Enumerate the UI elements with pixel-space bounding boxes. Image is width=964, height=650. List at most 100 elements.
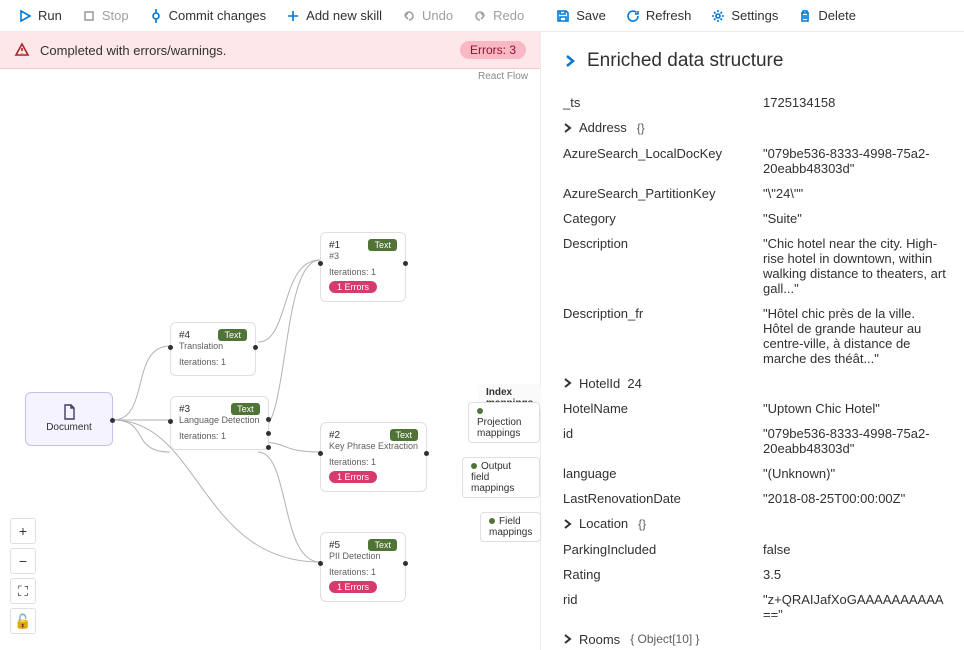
- data-row[interactable]: HotelId 24: [563, 371, 946, 397]
- data-row[interactable]: Location{}: [563, 511, 946, 537]
- key-cell: _ts: [563, 90, 763, 115]
- chevron-right-icon: [563, 519, 573, 529]
- undo-button[interactable]: Undo: [394, 6, 461, 25]
- value-cell: [763, 115, 946, 141]
- undo-label: Undo: [422, 8, 453, 23]
- chevron-right-icon: [563, 378, 573, 388]
- delete-label: Delete: [818, 8, 856, 23]
- lock-button[interactable]: 🔓: [10, 608, 36, 634]
- node-skill-5[interactable]: #5Text PII Detection Iterations: 1 1 Err…: [320, 532, 406, 602]
- chevron-right-icon: [563, 634, 573, 644]
- data-row: AzureSearch_PartitionKey"\"24\"": [563, 181, 946, 206]
- value-cell: "(Unknown)": [763, 461, 946, 486]
- add-label: Add new skill: [306, 8, 382, 23]
- data-row: language"(Unknown)": [563, 461, 946, 486]
- data-row: Description_fr"Hôtel chic près de la vil…: [563, 301, 946, 371]
- data-row: AzureSearch_LocalDocKey"079be536-8333-49…: [563, 141, 946, 181]
- detail-pane: Enriched data structure _ts1725134158 Ad…: [540, 32, 964, 650]
- node-document-label: Document: [46, 422, 92, 433]
- play-icon: [18, 9, 32, 23]
- output-field-mappings[interactable]: Output field mappings: [462, 457, 540, 498]
- error-badge[interactable]: 1 Errors: [329, 581, 377, 593]
- data-row[interactable]: Address{}: [563, 115, 946, 141]
- node-skill-1[interactable]: #1Text #3 Iterations: 1 1 Errors: [320, 232, 406, 302]
- refresh-button[interactable]: Refresh: [618, 6, 700, 25]
- data-row[interactable]: Rooms{ Object[10] }: [563, 627, 946, 650]
- status-banner: Completed with errors/warnings. Errors: …: [0, 32, 540, 69]
- data-row: Description"Chic hotel near the city. Hi…: [563, 231, 946, 301]
- data-row: Rating3.5: [563, 562, 946, 587]
- stop-button[interactable]: Stop: [74, 6, 137, 25]
- trash-icon: [798, 9, 812, 23]
- stop-label: Stop: [102, 8, 129, 23]
- delete-button[interactable]: Delete: [790, 6, 864, 25]
- fit-view-button[interactable]: ⛶: [10, 578, 36, 604]
- value-cell: "Suite": [763, 206, 946, 231]
- refresh-icon: [626, 9, 640, 23]
- value-cell: 3.5: [763, 562, 946, 587]
- canvas-controls: + − ⛶ 🔓: [10, 518, 36, 634]
- zoom-in-button[interactable]: +: [10, 518, 36, 544]
- key-cell: AzureSearch_PartitionKey: [563, 181, 763, 206]
- commit-label: Commit changes: [169, 8, 267, 23]
- value-cell: [763, 511, 946, 537]
- value-cell: "079be536-8333-4998-75a2-20eabb48303d": [763, 421, 946, 461]
- expander-key[interactable]: Location{}: [563, 511, 763, 537]
- data-row: id"079be536-8333-4998-75a2-20eabb48303d": [563, 421, 946, 461]
- flow-canvas[interactable]: Document #4Text Translation Iterations: …: [0, 82, 540, 650]
- value-cell: "Uptown Chic Hotel": [763, 396, 946, 421]
- field-mappings[interactable]: Field mappings: [480, 512, 541, 542]
- key-cell: Description_fr: [563, 301, 763, 371]
- run-label: Run: [38, 8, 62, 23]
- commit-button[interactable]: Commit changes: [141, 6, 275, 25]
- add-skill-button[interactable]: Add new skill: [278, 6, 390, 25]
- save-button[interactable]: Save: [548, 6, 614, 25]
- expander-key[interactable]: Address{}: [563, 115, 763, 141]
- key-cell: rid: [563, 587, 763, 627]
- value-cell: "Chic hotel near the city. High-rise hot…: [763, 231, 946, 301]
- redo-button[interactable]: Redo: [465, 6, 532, 25]
- key-cell: LastRenovationDate: [563, 486, 763, 511]
- detail-title: Enriched data structure: [587, 50, 783, 72]
- settings-button[interactable]: Settings: [703, 6, 786, 25]
- value-cell: "2018-08-25T00:00:00Z": [763, 486, 946, 511]
- gear-icon: [711, 9, 725, 23]
- zoom-out-button[interactable]: −: [10, 548, 36, 574]
- redo-icon: [473, 9, 487, 23]
- key-cell: language: [563, 461, 763, 486]
- redo-label: Redo: [493, 8, 524, 23]
- value-cell: false: [763, 537, 946, 562]
- node-skill-4[interactable]: #4Text Translation Iterations: 1: [170, 322, 256, 376]
- banner-message: Completed with errors/warnings.: [40, 43, 226, 58]
- node-skill-3[interactable]: #3Text Language Detection Iterations: 1: [170, 396, 269, 450]
- data-row: Category"Suite": [563, 206, 946, 231]
- detail-header[interactable]: Enriched data structure: [563, 50, 946, 72]
- value-cell: "079be536-8333-4998-75a2-20eabb48303d": [763, 141, 946, 181]
- error-count-pill[interactable]: Errors: 3: [460, 41, 526, 59]
- edges: [0, 82, 540, 650]
- projection-mappings[interactable]: Projection mappings: [468, 402, 540, 443]
- key-cell: Rating: [563, 562, 763, 587]
- run-button[interactable]: Run: [10, 6, 70, 25]
- undo-icon: [402, 9, 416, 23]
- chevron-right-icon: [563, 54, 577, 68]
- error-badge[interactable]: 1 Errors: [329, 281, 377, 293]
- data-row: _ts1725134158: [563, 90, 946, 115]
- node-skill-2[interactable]: #2Text Key Phrase Extraction Iterations:…: [320, 422, 427, 492]
- node-document[interactable]: Document: [25, 392, 113, 446]
- chevron-right-icon: [563, 123, 573, 133]
- expander-key[interactable]: HotelId 24: [563, 371, 763, 397]
- value-cell: [763, 627, 946, 650]
- canvas-pane: Completed with errors/warnings. Errors: …: [0, 32, 540, 650]
- error-badge[interactable]: 1 Errors: [329, 471, 377, 483]
- value-cell: "\"24\"": [763, 181, 946, 206]
- value-cell: "z+QRAIJafXoGAAAAAAAAAA==": [763, 587, 946, 627]
- value-cell: [763, 371, 946, 397]
- key-cell: AzureSearch_LocalDocKey: [563, 141, 763, 181]
- expander-key[interactable]: Rooms{ Object[10] }: [563, 627, 763, 650]
- save-label: Save: [576, 8, 606, 23]
- iterations-label: Iterations: 1: [179, 357, 247, 367]
- key-cell: id: [563, 421, 763, 461]
- key-cell: Description: [563, 231, 763, 301]
- warning-icon: [14, 42, 30, 58]
